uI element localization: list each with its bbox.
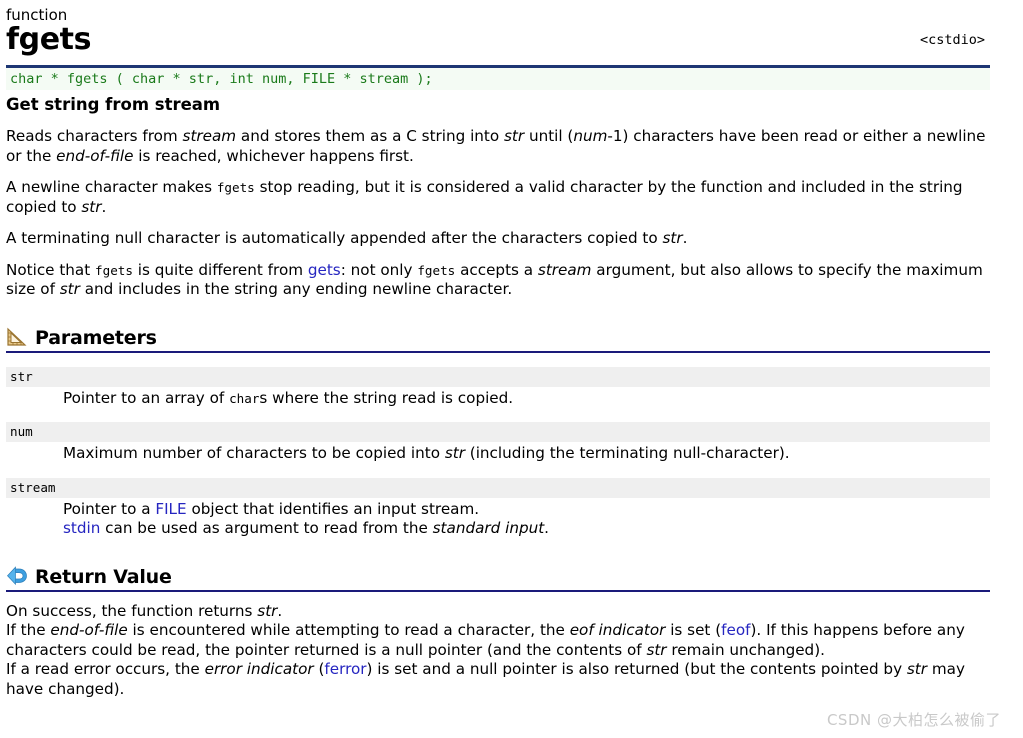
- link-FILE[interactable]: FILE: [155, 500, 186, 518]
- emphasis-str: str: [646, 640, 667, 659]
- emphasis-str: str: [662, 229, 683, 247]
- text: A terminating null character is automati…: [6, 229, 663, 247]
- emphasis-stream: stream: [537, 260, 592, 279]
- text: and includes in the string any ending ne…: [79, 280, 513, 298]
- text: .: [544, 519, 549, 537]
- return-value-section-header: Return Value: [6, 565, 990, 592]
- text: A newline character makes: [6, 178, 217, 196]
- text: Reads characters from: [6, 127, 183, 145]
- text: On success, the function returns: [6, 601, 258, 620]
- code-fgets: fgets: [216, 180, 255, 195]
- return-arrow-icon: [7, 565, 27, 585]
- text: remain unchanged).: [666, 640, 825, 659]
- emphasis-standard-input: standard input: [432, 519, 545, 537]
- text: and stores them as a C string into: [236, 127, 504, 145]
- description-paragraph-2: A newline character makes fgets stop rea…: [6, 178, 990, 217]
- emphasis-stream: stream: [182, 127, 237, 145]
- function-brief: Get string from stream: [6, 95, 221, 114]
- description-paragraph-4: Notice that fgets is quite different fro…: [6, 261, 990, 300]
- emphasis-end-of-file: end-of-file: [56, 146, 134, 165]
- text: Pointer to an array of: [63, 388, 230, 407]
- text: can be used as argument to read from the: [100, 519, 433, 537]
- link-gets[interactable]: gets: [308, 261, 341, 279]
- page-title: fgets: [6, 22, 92, 57]
- return-value-body: On success, the function returns str. If…: [6, 602, 996, 700]
- parameters-section: Parameters str Pointer to an array of ch…: [6, 326, 990, 539]
- param-desc-str: Pointer to an array of chars where the s…: [63, 389, 983, 409]
- param-desc-stream: Pointer to a FILE object that identifies…: [63, 500, 983, 539]
- text: Notice that: [6, 260, 96, 279]
- param-name-str: str: [6, 366, 990, 387]
- text: Pointer to a: [63, 499, 156, 518]
- text: .: [101, 197, 107, 216]
- code-char: char: [229, 390, 260, 406]
- emphasis-str: str: [81, 197, 102, 216]
- code-fgets: fgets: [95, 262, 133, 278]
- text: .: [277, 601, 283, 620]
- emphasis-str: str: [257, 601, 278, 620]
- parameters-list: str Pointer to an array of chars where t…: [6, 366, 990, 539]
- return-value-section-title: Return Value: [35, 565, 172, 588]
- emphasis-str: str: [444, 444, 465, 462]
- text: until (: [524, 127, 574, 145]
- emphasis-eof-indicator: eof indicator: [569, 621, 666, 639]
- code-fgets: fgets: [417, 262, 456, 278]
- csdn-watermark: CSDN @大柏怎么被偷了: [826, 711, 1001, 729]
- text: (including the terminating null-characte…: [464, 444, 790, 462]
- description-paragraph-3: A terminating null character is automati…: [6, 229, 990, 249]
- emphasis-num: num: [573, 127, 608, 145]
- text: is encountered while attempting to read …: [127, 621, 570, 639]
- link-ferror[interactable]: ferror: [324, 660, 366, 678]
- text: s where the string read is copied.: [259, 388, 514, 407]
- emphasis-str: str: [59, 280, 80, 298]
- link-stdin[interactable]: stdin: [63, 519, 100, 537]
- text: ) is set and a null pointer is also retu…: [366, 660, 907, 678]
- param-desc-num: Maximum number of characters to be copie…: [63, 444, 983, 464]
- description-paragraph-1: Reads characters from stream and stores …: [6, 127, 990, 166]
- emphasis-end-of-file: end-of-file: [50, 621, 128, 639]
- text: : not only: [340, 260, 418, 279]
- parameters-section-title: Parameters: [35, 326, 157, 349]
- link-feof[interactable]: feof: [721, 621, 750, 639]
- param-name-num: num: [6, 422, 990, 442]
- text: is set (: [665, 621, 722, 639]
- text: .: [682, 229, 688, 247]
- function-signature: char * fgets ( char * str, int num, FILE…: [6, 65, 990, 90]
- param-name-stream: stream: [6, 477, 990, 498]
- emphasis-str: str: [504, 127, 525, 145]
- doc-header: function fgets <cstdio>: [6, 6, 1015, 62]
- return-value-section: Return Value On success, the function re…: [6, 565, 990, 700]
- text: object that identifies an input stream.: [186, 499, 480, 518]
- text: If a read error occurs, the: [6, 660, 205, 678]
- parameters-section-header: Parameters: [6, 326, 990, 353]
- text: is reached, whichever happens first.: [133, 146, 414, 165]
- emphasis-error-indicator: error indicator: [204, 660, 314, 678]
- function-kind-label: function: [6, 6, 68, 24]
- emphasis-str: str: [906, 660, 928, 678]
- triangle-ruler-icon: [7, 327, 27, 346]
- text: is quite different from: [132, 260, 308, 279]
- text: If the: [6, 621, 51, 639]
- text: Maximum number of characters to be copie…: [63, 444, 445, 462]
- text: accepts a: [455, 260, 538, 279]
- include-header-label: <cstdio>: [919, 32, 985, 48]
- reference-page: function fgets <cstdio> char * fgets ( c…: [0, 0, 1023, 699]
- text: (: [313, 660, 325, 678]
